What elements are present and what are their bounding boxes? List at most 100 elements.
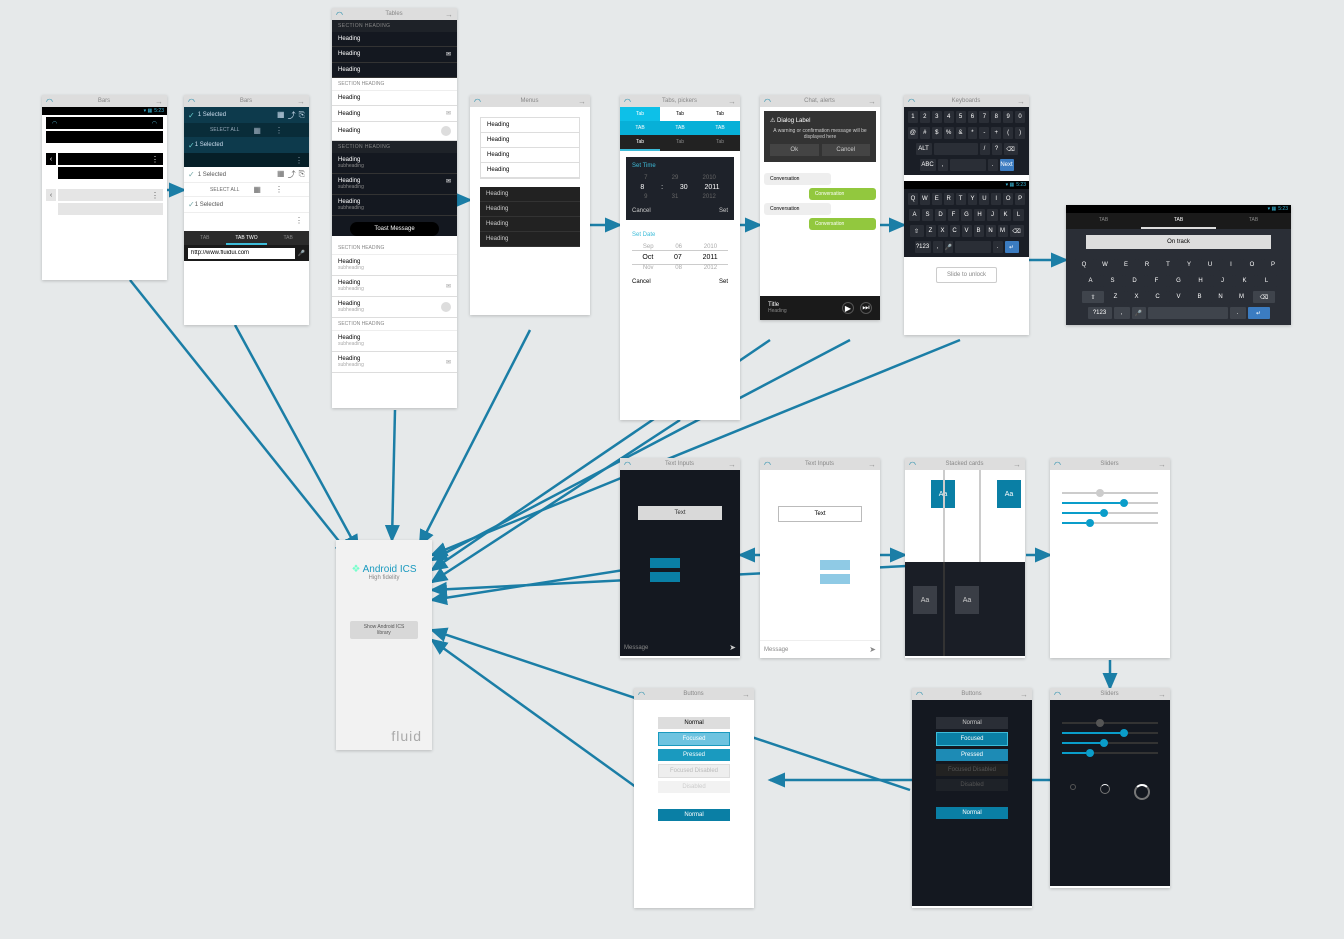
screen-buttons-light[interactable]: Buttons Normal Focused Pressed Focused D… (634, 688, 754, 908)
list-item[interactable]: Heading (332, 122, 457, 141)
button-primary[interactable]: Normal (658, 809, 730, 821)
send-icon[interactable]: ➤ (869, 645, 876, 654)
brand-logo: fluid (391, 728, 422, 744)
screen-bars-2[interactable]: Bars ✓1 Selected▦⤴⎘ SELECT ALL▦⋮ ✓1 Sele… (184, 95, 309, 325)
select-handle[interactable] (650, 558, 680, 568)
list-item[interactable]: Headingsubheading (332, 153, 457, 174)
ok-button[interactable]: Ok (770, 144, 819, 156)
list-item[interactable]: Heading (332, 91, 457, 106)
bar[interactable]: ⋮ (58, 153, 163, 165)
media-bar[interactable]: TitleHeading ▶ ⏭ (760, 296, 880, 320)
text-input[interactable]: Text (638, 506, 722, 520)
list-item[interactable]: Heading✉ (332, 47, 457, 63)
select-handle[interactable] (820, 574, 850, 584)
grid-icon[interactable]: ▦ (277, 110, 285, 121)
date-picker[interactable]: Set Date Sep062010 Oct072011 Nov082012 C… (626, 226, 734, 291)
screen-time-picker[interactable]: Tabs, pickers TabTabTab TABTABTAB TabTab… (620, 95, 740, 420)
cancel-button[interactable]: Cancel (822, 144, 871, 156)
loading-ring (1070, 784, 1076, 790)
card[interactable]: Aa (955, 586, 979, 614)
url-bar[interactable]: 🎤 (184, 245, 309, 261)
unlock-button[interactable]: Slide to unlock (936, 267, 997, 283)
url-input[interactable] (188, 248, 295, 259)
screen-chat[interactable]: Chat, alerts ⚠ Dialog Label A warning or… (760, 95, 880, 320)
screen-text-dark[interactable]: Text Inputs Text Message➤ (620, 458, 740, 658)
send-icon[interactable]: ➤ (729, 643, 736, 652)
button-normal[interactable]: Normal (658, 717, 730, 729)
screen-keyboard-landscape[interactable]: ▾ ▦5:23 TABTABTAB On track QWERTYUIOP AS… (1066, 205, 1291, 325)
share-icon[interactable]: ⤴ (288, 110, 296, 121)
select-handle[interactable] (820, 560, 850, 570)
screen-home[interactable]: ❖ Android ICS High fidelity Show Android… (336, 540, 432, 750)
menu-item[interactable]: Heading (481, 148, 579, 163)
menu-item[interactable]: Heading (481, 163, 579, 178)
menu-item[interactable]: Heading (481, 118, 579, 133)
alert-dialog: ⚠ Dialog Label A warning or confirmation… (764, 111, 876, 162)
action-mode-light[interactable]: ✓1 Selected▦⤴⎘ (184, 167, 309, 183)
list-item[interactable]: Headingsubheading✉ (332, 276, 457, 297)
list-item[interactable]: Heading (332, 32, 457, 47)
screen-buttons-dark[interactable]: Buttons Normal Focused Pressed Focused D… (912, 688, 1032, 908)
button-disabled: Disabled (658, 781, 730, 793)
list-item[interactable]: Headingsubheading (332, 195, 457, 216)
copy-icon[interactable]: ⎘ (299, 110, 305, 121)
qwerty-keyboard[interactable]: QWERTYUIOP ASDFGHJKL ⇧ZXCVBNM⌫ ?123,🎤.↵ (904, 189, 1029, 257)
list-item[interactable]: Heading (332, 63, 457, 78)
button-pressed[interactable]: Pressed (658, 749, 730, 761)
list-item[interactable]: Headingsubheading (332, 297, 457, 318)
slider[interactable] (1062, 522, 1158, 524)
select-row[interactable]: SELECT ALL▦⋮ (184, 123, 309, 137)
screen-tables[interactable]: Tables SECTION HEADING Heading Heading✉ … (332, 8, 457, 408)
title: Bars (98, 98, 110, 104)
text-input[interactable]: Text (778, 506, 862, 522)
list-item[interactable]: Headingsubheading✉ (332, 174, 457, 195)
slider[interactable] (1062, 752, 1158, 754)
numeric-keyboard[interactable]: 1234567890 @#$%&*-+() ALT/?⌫ ABC,.Next (904, 107, 1029, 175)
list-item[interactable]: Headingsubheading (332, 255, 457, 276)
screen-sliders-light[interactable]: Sliders (1050, 458, 1170, 658)
screen-text-light[interactable]: Text Inputs Text Message➤ (760, 458, 880, 658)
list-item[interactable]: Headingsubheading (332, 331, 457, 352)
screen-sliders-dark[interactable]: Sliders (1050, 688, 1170, 888)
toast: Toast Message (350, 222, 439, 236)
section-heading: SECTION HEADING (332, 20, 457, 32)
slider[interactable] (1062, 512, 1158, 514)
screen-stacked[interactable]: Stacked cards Aa Aa Aa Aa (905, 458, 1025, 658)
slider[interactable] (1062, 722, 1158, 724)
titlebar: Bars (42, 95, 167, 107)
action-mode[interactable]: ✓1 Selected▦⤴⎘ (184, 107, 309, 123)
menu-item[interactable]: Heading (480, 202, 580, 217)
chat-bubble: Conversation (809, 188, 876, 200)
show-library-button[interactable]: Show Android ICS library (350, 621, 417, 639)
bar[interactable]: ⋮ (58, 189, 163, 201)
bar: ◠◠ (46, 117, 163, 129)
tabbar[interactable]: TAB TAB TWO TAB (184, 231, 309, 245)
mic-icon[interactable]: 🎤 (298, 250, 305, 257)
card[interactable]: Aa (997, 480, 1021, 508)
menu-item[interactable]: Heading (480, 232, 580, 247)
play-icon[interactable]: ▶ (842, 302, 854, 314)
screen-bars-1[interactable]: Bars ▾ ▦5:23 ◠◠ ‹⋮ ‹⋮ (42, 95, 167, 280)
list-item[interactable]: Headingsubheading✉ (332, 352, 457, 373)
button-disabled: Focused Disabled (658, 764, 730, 778)
button-focused[interactable]: Focused (658, 732, 730, 746)
slider[interactable] (1062, 502, 1158, 504)
list-item[interactable]: Heading✉ (332, 106, 457, 122)
time-picker[interactable]: Set Time 7292010 8:302011 9312012 Cancel… (626, 157, 734, 220)
card[interactable]: Aa (913, 586, 937, 614)
back-icon[interactable]: ‹ (46, 189, 56, 201)
slider[interactable] (1062, 492, 1158, 494)
screen-menus[interactable]: Menus Heading Heading Heading Heading He… (470, 95, 590, 315)
slider[interactable] (1062, 742, 1158, 744)
menu-item[interactable]: Heading (481, 133, 579, 148)
menu-item[interactable]: Heading (480, 187, 580, 202)
title: Chat, alerts (804, 98, 835, 104)
screen-keyboards[interactable]: Keyboards 1234567890 @#$%&*-+() ALT/?⌫ A… (904, 95, 1029, 335)
back-icon[interactable]: ‹ (46, 153, 56, 165)
slider[interactable] (1062, 732, 1158, 734)
track-label: On track (1086, 235, 1271, 249)
title: Tables (385, 11, 402, 17)
select-handle[interactable] (650, 572, 680, 582)
menu-item[interactable]: Heading (480, 217, 580, 232)
next-icon[interactable]: ⏭ (860, 302, 872, 314)
